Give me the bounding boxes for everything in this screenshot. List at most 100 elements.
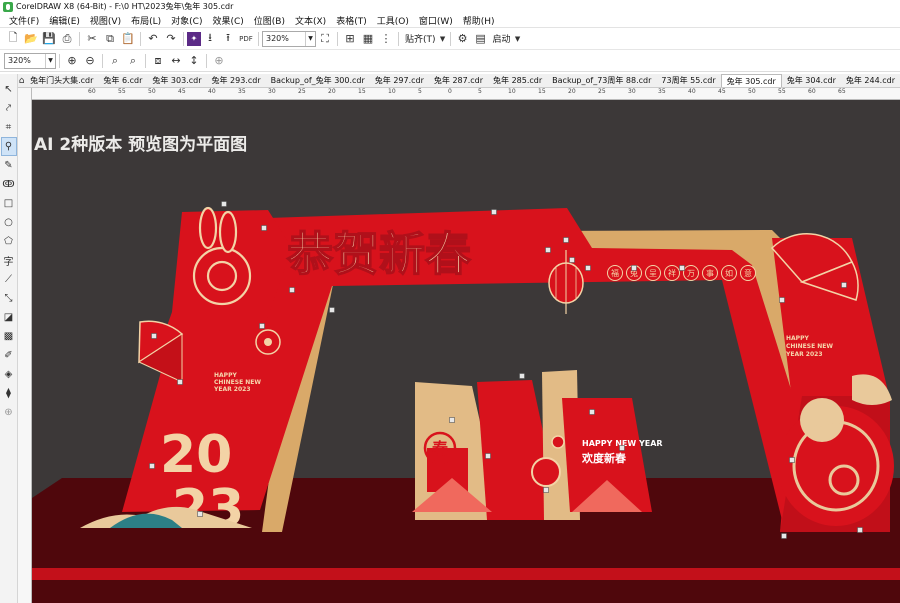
node-handle[interactable] — [491, 209, 497, 215]
document-tab[interactable]: 兔年门头大集.cdr — [25, 74, 98, 87]
node-handle[interactable] — [197, 511, 203, 517]
ellipse-tool-icon[interactable]: ○ — [1, 213, 17, 232]
node-handle[interactable] — [857, 527, 863, 533]
document-tab-active[interactable]: 兔年 305.cdr — [720, 74, 782, 87]
node-handle[interactable] — [485, 453, 491, 459]
zoom-tool-icon[interactable]: ⚲ — [0, 137, 17, 156]
crop-tool-icon[interactable]: ⌗ — [1, 118, 17, 137]
zoom-level-select[interactable]: 320% ▼ — [262, 30, 316, 47]
menu-text[interactable]: 文本(X) — [290, 14, 331, 27]
zoom-page-icon[interactable]: ⧈ — [149, 52, 167, 70]
save-icon[interactable]: 💾 — [40, 30, 58, 48]
add-preset-icon[interactable]: ⊕ — [210, 52, 228, 70]
menu-layout[interactable]: 布局(L) — [126, 14, 166, 27]
publish-pdf-icon[interactable]: PDF — [237, 30, 255, 48]
node-handle[interactable] — [289, 287, 295, 293]
document-tab[interactable]: 兔年 6.cdr — [98, 74, 147, 87]
snap-to-dropdown[interactable]: 贴齐(T) — [402, 32, 439, 45]
full-screen-icon[interactable]: ⛶ — [316, 30, 334, 48]
document-tab[interactable]: 兔年 304.cdr — [782, 74, 841, 87]
smart-fill-icon[interactable]: ⧫ — [1, 384, 17, 403]
node-handle[interactable] — [631, 265, 637, 271]
menu-window[interactable]: 窗口(W) — [414, 14, 458, 27]
zoom-height-icon[interactable]: ↕ — [185, 52, 203, 70]
node-handle[interactable] — [589, 409, 595, 415]
drawing-canvas[interactable]: AI 2种版本 预览图为平面图 恭贺新春 福兔呈祥万事如意 HAPPY CHIN… — [32, 100, 900, 603]
document-tab[interactable]: 兔年 287.cdr — [429, 74, 488, 87]
node-handle[interactable] — [563, 237, 569, 243]
menu-help[interactable]: 帮助(H) — [458, 14, 500, 27]
zoom-all-objects-icon[interactable]: ⌕ — [124, 52, 142, 70]
zoom-selected-icon[interactable]: ⌕ — [106, 52, 124, 70]
show-guidelines-icon[interactable]: ⋮ — [377, 30, 395, 48]
chevron-down-icon[interactable]: ▼ — [439, 30, 447, 48]
shape-tool-icon[interactable]: ⤤ — [1, 99, 17, 118]
node-handle[interactable] — [329, 307, 335, 313]
interactive-fill-icon[interactable]: ◈ — [1, 365, 17, 384]
document-tab[interactable]: 兔年 244.cdr — [841, 74, 900, 87]
document-tab[interactable]: 兔年 293.cdr — [207, 74, 266, 87]
undo-icon[interactable]: ↶ — [144, 30, 162, 48]
artistic-media-icon[interactable]: ↂ — [1, 175, 17, 194]
search-content-icon[interactable]: ✦ — [187, 31, 201, 46]
polygon-tool-icon[interactable]: ⬠ — [1, 232, 17, 251]
zoom-out-icon[interactable]: ⊖ — [81, 52, 99, 70]
parallel-dimension-icon[interactable]: ⟋ — [1, 270, 17, 289]
add-tool-icon[interactable]: ⊕ — [1, 403, 17, 422]
property-zoom-select[interactable]: 320% ▼ — [4, 52, 56, 69]
options-gear-icon[interactable]: ⚙ — [454, 30, 472, 48]
menu-table[interactable]: 表格(T) — [331, 14, 372, 27]
document-tab[interactable]: Backup_of_73周年 88.cdr — [547, 74, 656, 87]
menu-edit[interactable]: 编辑(E) — [44, 14, 85, 27]
node-handle[interactable] — [151, 333, 157, 339]
node-handle[interactable] — [449, 417, 455, 423]
node-handle[interactable] — [519, 373, 525, 379]
node-handle[interactable] — [585, 265, 591, 271]
node-handle[interactable] — [569, 257, 575, 263]
freehand-tool-icon[interactable]: ✎ — [1, 156, 17, 175]
eyedropper-icon[interactable]: ✐ — [1, 346, 17, 365]
zoom-width-icon[interactable]: ↔ — [167, 52, 185, 70]
document-tab[interactable]: 兔年 303.cdr — [147, 74, 206, 87]
copy-icon[interactable]: ⧉ — [101, 30, 119, 48]
node-handle[interactable] — [619, 445, 625, 451]
node-handle[interactable] — [177, 379, 183, 385]
node-handle[interactable] — [679, 265, 685, 271]
rectangle-tool-icon[interactable]: □ — [1, 194, 17, 213]
redo-icon[interactable]: ↷ — [162, 30, 180, 48]
document-tab[interactable]: 兔年 285.cdr — [488, 74, 547, 87]
menu-bitmaps[interactable]: 位图(B) — [249, 14, 290, 27]
home-icon[interactable]: ⌂ — [18, 74, 25, 87]
drop-shadow-icon[interactable]: ◪ — [1, 308, 17, 327]
zoom-in-icon[interactable]: ⊕ — [63, 52, 81, 70]
node-handle[interactable] — [221, 201, 227, 207]
node-handle[interactable] — [841, 282, 847, 288]
horizontal-ruler[interactable]: 60 55 50 45 40 35 30 25 20 15 10 5 0 5 10 15 20 25 30 35 40 4… — [32, 88, 900, 100]
node-handle[interactable] — [779, 297, 785, 303]
node-handle[interactable] — [149, 463, 155, 469]
application-launcher-label[interactable]: 启动 — [490, 32, 514, 45]
new-document-icon[interactable]: 🗋 — [4, 30, 22, 48]
document-tab[interactable]: 73周年 55.cdr — [656, 74, 720, 87]
menu-file[interactable]: 文件(F) — [4, 14, 44, 27]
connector-tool-icon[interactable]: ⤡ — [1, 289, 17, 308]
node-handle[interactable] — [781, 533, 787, 539]
document-tab[interactable]: 兔年 297.cdr — [370, 74, 429, 87]
menu-object[interactable]: 对象(C) — [166, 14, 207, 27]
print-icon[interactable]: ⎙ — [58, 30, 76, 48]
menu-view[interactable]: 视图(V) — [85, 14, 126, 27]
vertical-ruler[interactable] — [18, 88, 32, 603]
import-icon[interactable]: ⭳ — [201, 30, 219, 48]
node-handle[interactable] — [259, 323, 265, 329]
cut-icon[interactable]: ✂ — [83, 30, 101, 48]
open-icon[interactable]: 📂 — [22, 30, 40, 48]
node-handle[interactable] — [545, 247, 551, 253]
node-handle[interactable] — [261, 225, 267, 231]
node-handle[interactable] — [789, 457, 795, 463]
transparency-tool-icon[interactable]: ▩ — [1, 327, 17, 346]
document-tab[interactable]: Backup_of_兔年 300.cdr — [266, 74, 370, 87]
application-launcher-icon[interactable]: ▤ — [472, 30, 490, 48]
menu-effects[interactable]: 效果(C) — [207, 14, 248, 27]
show-rulers-icon[interactable]: ⊞ — [341, 30, 359, 48]
export-icon[interactable]: ⭱ — [219, 30, 237, 48]
